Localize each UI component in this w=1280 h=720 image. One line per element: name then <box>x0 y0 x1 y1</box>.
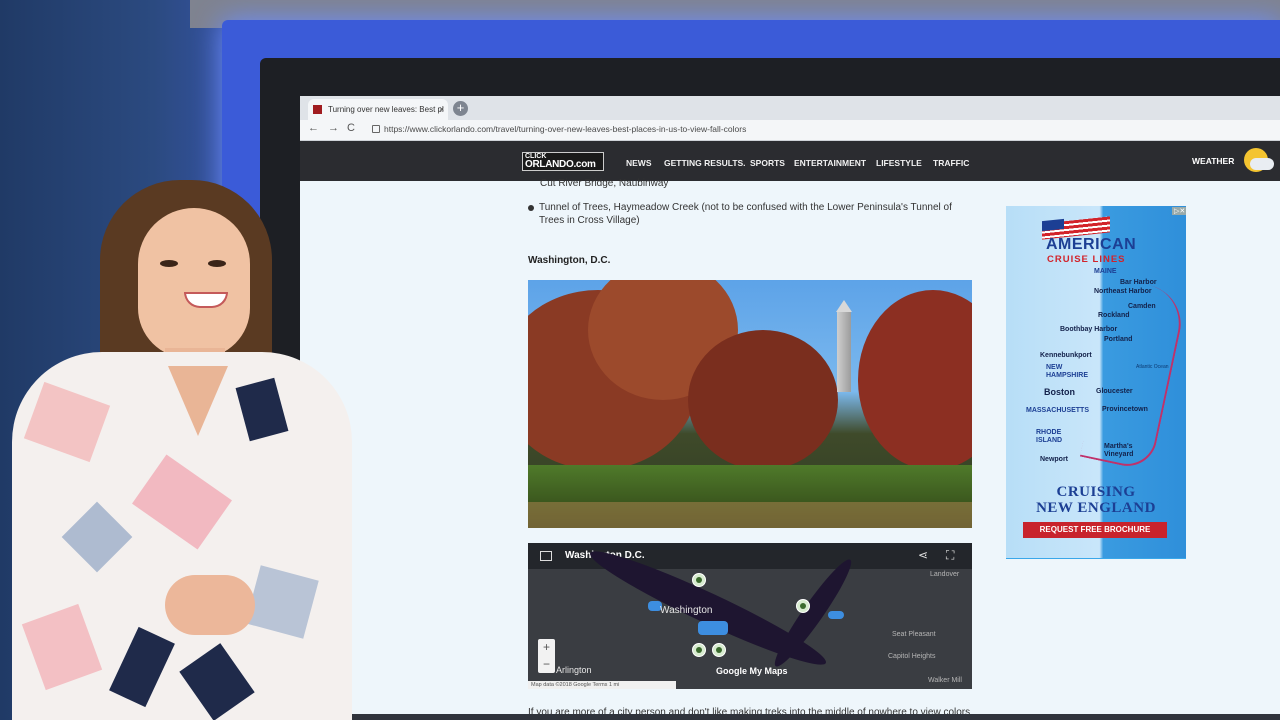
presenter-eye <box>160 260 178 267</box>
map-place-label: Landover <box>930 571 960 578</box>
map-city-label: Washington <box>660 605 713 616</box>
map-pin[interactable] <box>712 643 726 657</box>
tab-title: Turning over new leaves: Best pl <box>328 105 444 114</box>
new-tab-button[interactable]: + <box>453 101 468 116</box>
ad-state-label: NEW <box>1046 364 1063 371</box>
ad-place-label: Camden <box>1128 303 1156 310</box>
dress-pattern <box>235 377 289 442</box>
ad-place-label: Bar Harbor <box>1120 279 1157 286</box>
map-attribution: Map data ©2018 Google Terms 1 mi <box>528 681 676 689</box>
map-place-label: Seat Pleasant <box>892 631 936 638</box>
map-legend-icon[interactable] <box>540 551 552 561</box>
dress-pattern <box>179 643 255 720</box>
dress-pattern <box>61 501 133 573</box>
ad-place-label: Newport <box>1040 456 1068 463</box>
zoom-out-button[interactable]: − <box>538 656 555 673</box>
reload-icon[interactable]: C <box>347 122 355 134</box>
nav-news[interactable]: NEWS <box>626 158 652 168</box>
map-pin[interactable] <box>692 643 706 657</box>
ad-state-label: MASSACHUSETTS <box>1026 407 1090 414</box>
ad-place-label: Boston <box>1044 387 1075 397</box>
ad-brand-line1: AMERICAN <box>1046 236 1137 253</box>
browser-screen: Turning over new leaves: Best pl × + ← →… <box>300 96 1280 720</box>
washington-monument <box>837 312 851 392</box>
back-icon[interactable]: ← <box>308 122 319 134</box>
ad-place-label: Vineyard <box>1104 451 1134 458</box>
ad-headline-line1: CRUISING <box>1056 484 1136 500</box>
dress-pattern <box>109 626 175 708</box>
forward-icon[interactable]: → <box>328 122 339 134</box>
ad-close-icon[interactable]: ▷✕ <box>1172 207 1186 215</box>
dress-pattern <box>23 381 111 463</box>
ad-place-label: Portland <box>1104 336 1133 343</box>
nav-entertainment[interactable]: ENTERTAINMENT <box>794 158 866 168</box>
ad-brand-line2: CRUISE LINES <box>1047 254 1126 265</box>
map-place-label: Capitol Heights <box>888 653 936 660</box>
map-arlington-label: Arlington <box>556 665 592 675</box>
address-bar: ← → C https://www.clickorlando.com/trave… <box>300 120 1280 141</box>
ad-place-label: Rockland <box>1098 312 1130 319</box>
nav-getting-results[interactable]: GETTING RESULTS. <box>664 158 746 168</box>
dress-pattern <box>245 565 319 639</box>
list-item-cut: Cut River Bridge, Naubinway <box>540 178 669 189</box>
embedded-map[interactable]: Washington D.C. ⋖ ⛶ Washington Arlington… <box>528 543 972 689</box>
tab-close-icon[interactable]: × <box>439 99 444 120</box>
presenter-eye <box>208 260 226 267</box>
water-area <box>828 611 844 619</box>
tree-foliage <box>688 330 838 470</box>
cruise-ad[interactable]: ▷✕ AMERICAN CRUISE LINES MAINE Bar Harbo… <box>1006 206 1186 559</box>
presenter-hands <box>165 575 255 635</box>
nav-lifestyle[interactable]: LIFESTYLE <box>876 158 922 168</box>
weather-cloud-icon <box>1250 158 1274 170</box>
ad-place-label: Boothbay Harbor <box>1060 326 1118 333</box>
fullscreen-icon[interactable]: ⛶ <box>946 548 954 563</box>
map-place-label: Walker Mill <box>928 677 962 684</box>
dress-pattern <box>132 454 232 550</box>
ad-place-label: Kennebunkport <box>1040 352 1092 359</box>
bullet-icon <box>528 205 534 211</box>
ad-place-label: Gloucester <box>1096 388 1133 395</box>
nav-sports[interactable]: SPORTS <box>750 158 785 168</box>
ad-headline-line2: NEW ENGLAND <box>1036 500 1156 516</box>
ad-state-label: RHODE <box>1036 429 1062 436</box>
url-field[interactable]: https://www.clickorlando.com/travel/turn… <box>384 124 746 134</box>
share-icon[interactable]: ⋖ <box>918 548 928 562</box>
washington-monument-tip <box>836 300 852 312</box>
site-header: CLICK ORLANDO.com NEWS GETTING RESULTS. … <box>300 141 1280 181</box>
map-pin[interactable] <box>692 573 706 587</box>
dress-pattern <box>21 603 103 691</box>
ad-ocean-label: Atlantic Ocean <box>1136 364 1169 370</box>
water-area <box>698 621 728 635</box>
google-my-maps-logo: Google My Maps <box>716 666 788 676</box>
taskbar <box>300 714 1280 720</box>
site-favicon-icon <box>313 105 322 114</box>
tab-bar: Turning over new leaves: Best pl × + <box>300 96 1280 120</box>
site-logo[interactable]: CLICK ORLANDO.com <box>522 152 604 171</box>
presenter <box>0 170 360 720</box>
lock-icon <box>372 125 380 133</box>
list-item: Tunnel of Trees, Haymeadow Creek (not to… <box>539 202 952 226</box>
section-heading: Washington, D.C. <box>528 255 611 266</box>
presenter-face <box>138 208 250 358</box>
ad-place-label: Martha's <box>1104 443 1133 450</box>
ad-state-label: MAINE <box>1094 268 1117 275</box>
pathway <box>528 502 972 528</box>
article-body: Cut River Bridge, Naubinway Tunnel of Tr… <box>528 178 972 720</box>
presenter-neckline <box>168 366 228 436</box>
ad-state-label: ISLAND <box>1036 437 1063 444</box>
logo-main-text: ORLANDO.com <box>525 159 596 170</box>
ad-place-label: Provincetown <box>1102 406 1148 413</box>
washington-photo <box>528 280 972 528</box>
ad-place-label: Northeast Harbor <box>1094 288 1152 295</box>
zoom-in-button[interactable]: + <box>538 639 555 656</box>
weather-link[interactable]: WEATHER <box>1192 156 1234 166</box>
nav-traffic[interactable]: TRAFFIC <box>933 158 969 168</box>
browser-tab[interactable]: Turning over new leaves: Best pl × <box>308 99 448 120</box>
tree-foliage <box>858 290 972 470</box>
ad-state-label: HAMPSHIRE <box>1046 372 1089 379</box>
map-pin[interactable] <box>796 599 810 613</box>
request-brochure-button[interactable]: REQUEST FREE BROCHURE <box>1023 522 1167 538</box>
zoom-control: + − <box>538 639 555 673</box>
